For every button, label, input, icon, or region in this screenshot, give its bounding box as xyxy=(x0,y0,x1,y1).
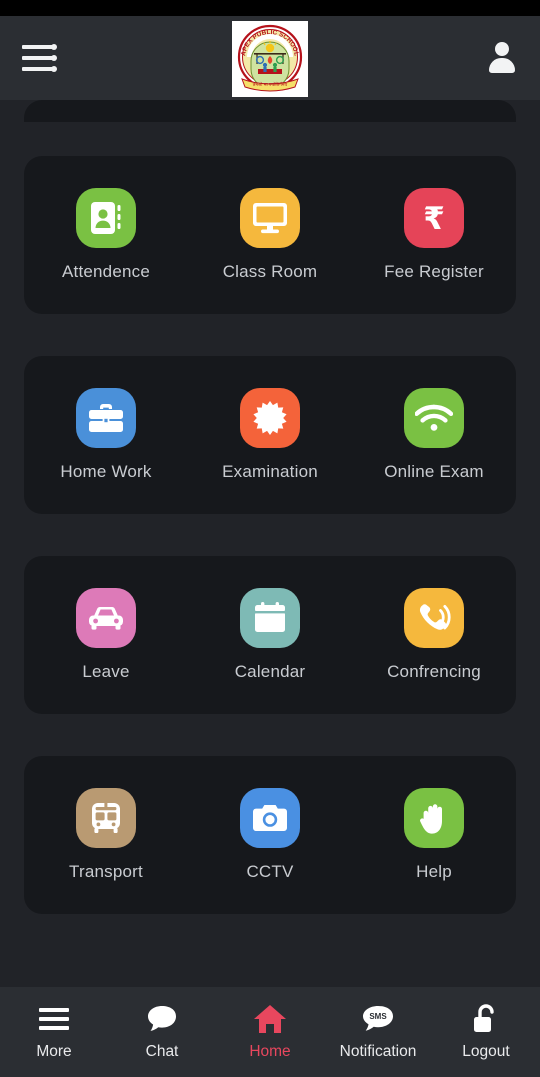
menu-item-class-room[interactable]: Class Room xyxy=(188,188,352,282)
starburst-badge-icon xyxy=(240,388,300,448)
school-crest-icon: APEX PUBLIC SCHOOL तमसो मा ज्योतिर्गमय xyxy=(237,24,303,92)
app-screen: APEX PUBLIC SCHOOL तमसो मा ज्योतिर्गमय A… xyxy=(0,0,540,1077)
menu-item-cctv[interactable]: CCTV xyxy=(188,788,352,882)
menu-item-label: Class Room xyxy=(222,262,318,281)
calendar-icon xyxy=(240,588,300,648)
menu-item-online-exam[interactable]: Online Exam xyxy=(352,388,516,482)
menu-item-label: Fee Register xyxy=(384,262,484,281)
nav-label: Chat xyxy=(145,1042,179,1060)
svg-text:तमसो मा ज्योतिर्गमय: तमसो मा ज्योतिर्गमय xyxy=(253,81,288,87)
menu-item-label: Attendence xyxy=(61,262,150,281)
profile-icon[interactable] xyxy=(486,41,518,75)
chat-bubble-icon xyxy=(146,1004,178,1034)
hamburger-icon xyxy=(39,1004,69,1034)
nav-label: Notification xyxy=(339,1042,417,1060)
rupee-icon: ₹ xyxy=(404,188,464,248)
nav-label: Home xyxy=(249,1042,291,1060)
menu-card-row: Home Work Examination Online Exam xyxy=(24,356,516,514)
menu-item-help[interactable]: Help xyxy=(352,788,516,882)
nav-item-chat[interactable]: Chat xyxy=(108,1004,216,1061)
briefcase-icon xyxy=(76,388,136,448)
menu-item-calendar[interactable]: Calendar xyxy=(188,588,352,682)
sms-bubble-icon: SMS xyxy=(361,1004,395,1034)
app-header: APEX PUBLIC SCHOOL तमसो मा ज्योतिर्गमय xyxy=(0,16,540,100)
menu-item-label: Transport xyxy=(69,862,143,881)
menu-item-examination[interactable]: Examination xyxy=(188,388,352,482)
svg-text:₹: ₹ xyxy=(423,201,445,236)
nav-label: Logout xyxy=(462,1042,510,1060)
bus-icon xyxy=(76,788,136,848)
menu-card-row: Transport CCTV Help xyxy=(24,756,516,914)
unlock-icon xyxy=(471,1003,501,1034)
menu-item-fee-register[interactable]: ₹ Fee Register xyxy=(352,188,516,282)
menu-card-row: Leave Calendar Confrencing xyxy=(24,556,516,714)
menu-item-confrencing[interactable]: Confrencing xyxy=(352,588,516,682)
status-bar xyxy=(0,0,540,16)
menu-card-row: Attendence Class Room ₹ Fee Register xyxy=(24,156,516,314)
home-icon xyxy=(253,1004,287,1034)
nav-item-more[interactable]: More xyxy=(0,1004,108,1061)
camera-icon xyxy=(240,788,300,848)
nav-label: More xyxy=(36,1042,72,1060)
menu-item-label: Confrencing xyxy=(387,662,481,681)
menu-item-label: Examination xyxy=(222,462,318,481)
menu-item-label: Online Exam xyxy=(384,462,484,481)
menu-item-home-work[interactable]: Home Work xyxy=(24,388,188,482)
phone-waves-icon xyxy=(404,588,464,648)
menu-item-label: Help xyxy=(416,862,452,881)
hand-icon xyxy=(404,788,464,848)
menu-item-leave[interactable]: Leave xyxy=(24,588,188,682)
nav-item-notification[interactable]: SMS Notification xyxy=(324,1004,432,1061)
contact-book-icon xyxy=(76,188,136,248)
car-icon xyxy=(76,588,136,648)
school-logo: APEX PUBLIC SCHOOL तमसो मा ज्योतिर्गमय xyxy=(232,21,308,97)
nav-item-home[interactable]: Home xyxy=(216,1004,324,1061)
svg-text:SMS: SMS xyxy=(369,1012,387,1021)
menu-item-label: Calendar xyxy=(234,662,306,681)
bottom-navigation: More Chat Home SMS Notification Logout xyxy=(0,987,540,1077)
hamburger-menu-icon[interactable] xyxy=(22,44,57,72)
partial-card-above xyxy=(24,100,516,122)
menu-item-label: Home Work xyxy=(60,462,152,481)
nav-item-logout[interactable]: Logout xyxy=(432,1003,540,1061)
menu-item-label: Leave xyxy=(82,662,130,681)
wifi-icon xyxy=(404,388,464,448)
menu-item-transport[interactable]: Transport xyxy=(24,788,188,882)
monitor-icon xyxy=(240,188,300,248)
menu-item-label: CCTV xyxy=(246,862,294,881)
menu-grid-scroll[interactable]: Attendence Class Room ₹ Fee Register Home Wo… xyxy=(0,100,540,987)
menu-item-attendence[interactable]: Attendence xyxy=(24,188,188,282)
